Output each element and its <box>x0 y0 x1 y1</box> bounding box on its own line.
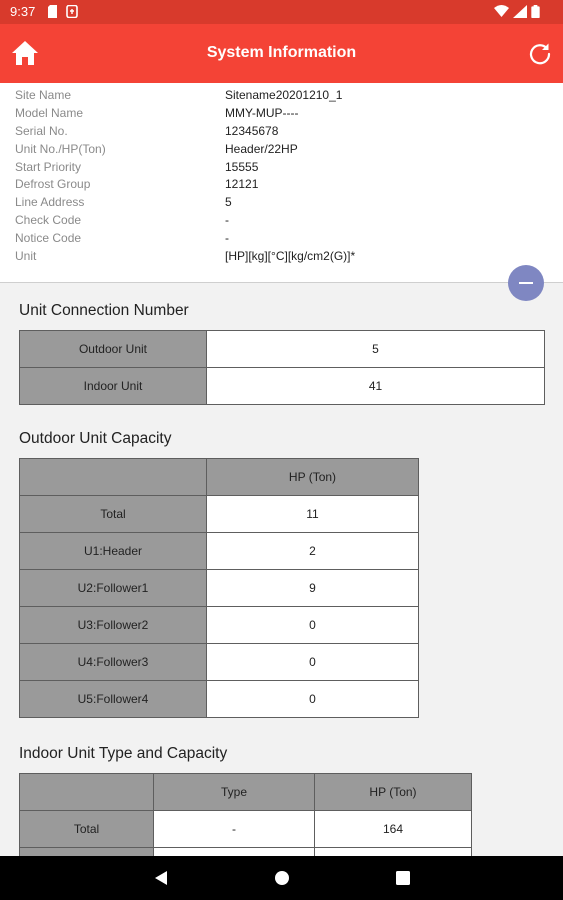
row-value: 0 <box>206 680 419 718</box>
connection-table: Outdoor Unit 5 Indoor Unit 41 <box>19 330 545 405</box>
info-value: 12345678 <box>225 124 279 138</box>
info-value: MMY-MUP---- <box>225 106 299 120</box>
info-value: - <box>225 213 229 227</box>
status-bar: 9:37 <box>0 0 563 24</box>
info-label: Check Code <box>15 213 82 227</box>
recents-icon[interactable] <box>393 868 413 888</box>
navigation-bar <box>0 856 563 900</box>
row-label: U2:Follower1 <box>19 569 207 607</box>
info-value: - <box>225 231 229 245</box>
table-row: Total 11 <box>19 495 419 533</box>
row-value: 0 <box>206 643 419 681</box>
row-value: 41 <box>206 367 545 405</box>
table-row: Outdoor Unit 5 <box>19 330 545 368</box>
row-label: U4:Follower3 <box>19 643 207 681</box>
wifi-icon <box>494 5 509 17</box>
info-value: Sitename20201210_1 <box>225 88 343 102</box>
table-row: U4:Follower3 0 <box>19 643 419 681</box>
info-value: 15555 <box>225 160 259 174</box>
info-value: 12121 <box>225 177 259 191</box>
home-circle-icon[interactable] <box>272 868 292 888</box>
table-row: Indoor Unit 41 <box>19 367 545 405</box>
refresh-icon[interactable] <box>528 41 552 65</box>
minus-icon <box>519 282 533 284</box>
info-label: Line Address <box>15 195 85 209</box>
app-bar: System Information <box>0 24 563 83</box>
row-label: Outdoor Unit <box>19 330 207 368</box>
signal-icon <box>513 5 527 18</box>
row-value: 5 <box>206 330 545 368</box>
column-header-type: Type <box>153 773 315 811</box>
table-header-row: HP (Ton) <box>19 458 419 496</box>
info-label: Start Priority <box>15 160 82 174</box>
battery-icon <box>531 5 540 18</box>
row-label: U1:Header <box>19 532 207 570</box>
info-value: 5 <box>225 195 232 209</box>
info-label: Notice Code <box>15 231 82 245</box>
row-type: - <box>153 810 315 848</box>
back-icon[interactable] <box>151 868 171 888</box>
empty-header-cell <box>19 773 154 811</box>
sd-card-icon <box>48 5 57 18</box>
info-value: [HP][kg][°C][kg/cm2(G)]* <box>225 249 356 263</box>
row-value: 0 <box>206 606 419 644</box>
table-row: U3:Follower2 0 <box>19 606 419 644</box>
row-value: 2 <box>206 532 419 570</box>
outdoor-capacity-section-title: Outdoor Unit Capacity <box>19 430 172 447</box>
page-title: System Information <box>206 44 357 61</box>
column-header: HP (Ton) <box>206 458 419 496</box>
info-label: Model Name <box>15 106 84 120</box>
collapse-info-button[interactable] <box>508 265 544 301</box>
shield-icon <box>66 5 78 18</box>
row-value: 11 <box>206 495 419 533</box>
system-info-panel: Site Name Sitename20201210_1 Model Name … <box>0 83 563 283</box>
info-value: Header/22HP <box>225 142 298 156</box>
row-label: U3:Follower2 <box>19 606 207 644</box>
info-label: Unit <box>15 249 37 263</box>
table-row: Total - 164 <box>19 810 472 848</box>
row-label: Indoor Unit <box>19 367 207 405</box>
info-label: Serial No. <box>15 124 68 138</box>
connection-section-title: Unit Connection Number <box>19 302 189 319</box>
row-hp: 164 <box>314 810 472 848</box>
status-time: 9:37 <box>10 4 36 19</box>
indoor-capacity-section-title: Indoor Unit Type and Capacity <box>19 745 228 762</box>
info-label: Unit No./HP(Ton) <box>15 142 106 156</box>
row-value: 9 <box>206 569 419 607</box>
info-label: Defrost Group <box>15 177 91 191</box>
table-header-row: Type HP (Ton) <box>19 773 472 811</box>
row-label: Total <box>19 495 207 533</box>
info-label: Site Name <box>15 88 72 102</box>
column-header-hp: HP (Ton) <box>314 773 472 811</box>
outdoor-capacity-table: HP (Ton) Total 11 U1:Header 2 U2:Followe… <box>19 458 419 718</box>
table-row: U2:Follower1 9 <box>19 569 419 607</box>
table-row: U5:Follower4 0 <box>19 680 419 718</box>
row-label: U5:Follower4 <box>19 680 207 718</box>
table-row: U1:Header 2 <box>19 532 419 570</box>
empty-header-cell <box>19 458 207 496</box>
row-label: Total <box>19 810 154 848</box>
